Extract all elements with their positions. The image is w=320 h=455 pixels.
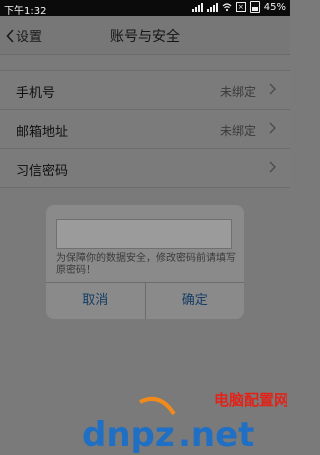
chevron-right-icon [269,161,276,173]
list-item-label: 手机号 [16,86,56,101]
cancel-button[interactable]: 取消 [46,283,145,319]
svg-text:电脑配置网: 电脑配置网 [214,391,287,409]
confirm-button[interactable]: 确定 [144,283,245,319]
chevron-right-icon [269,122,276,134]
dialog-actions: 取消 确定 [46,282,244,319]
list-item-value: 未绑定 [219,85,256,99]
navigation-bar: 设置 账号与安全 [0,16,290,55]
list-item-password[interactable]: 习信密码 [0,149,290,188]
list-item-phone[interactable]: 手机号 未绑定 [0,71,290,110]
battery-icon [249,1,260,13]
svg-text:dnpz: dnpz [82,415,175,454]
settings-list: 手机号 未绑定 邮箱地址 未绑定 习信密码 [0,70,290,188]
chevron-right-icon [269,83,276,95]
status-bar: 下午1:32 × 45% [0,0,290,17]
watermark-logo: 电脑配置网 dnpz .net [82,391,287,454]
page-title: 账号与安全 [110,29,180,45]
wifi-icon [222,3,232,12]
svg-text:.net: .net [178,415,254,454]
list-item-email[interactable]: 邮箱地址 未绑定 [0,110,290,149]
list-item-label: 邮箱地址 [16,125,69,140]
dialog-hint: 为保障你的数据安全，修改密码前请填写原密码！ [56,253,236,276]
status-time: 下午1:32 [4,6,47,17]
status-icons: × 45% [191,1,286,13]
signal-icon [191,2,203,12]
list-item-label: 习信密码 [16,164,69,179]
list-item-value: 未绑定 [219,124,256,138]
close-box-icon: × [235,2,246,12]
battery-percent: 45% [263,1,286,13]
signal-icon [206,2,218,12]
password-dialog: 为保障你的数据安全，修改密码前请填写原密码！ 取消 确定 [46,205,244,319]
password-input[interactable] [56,219,232,249]
